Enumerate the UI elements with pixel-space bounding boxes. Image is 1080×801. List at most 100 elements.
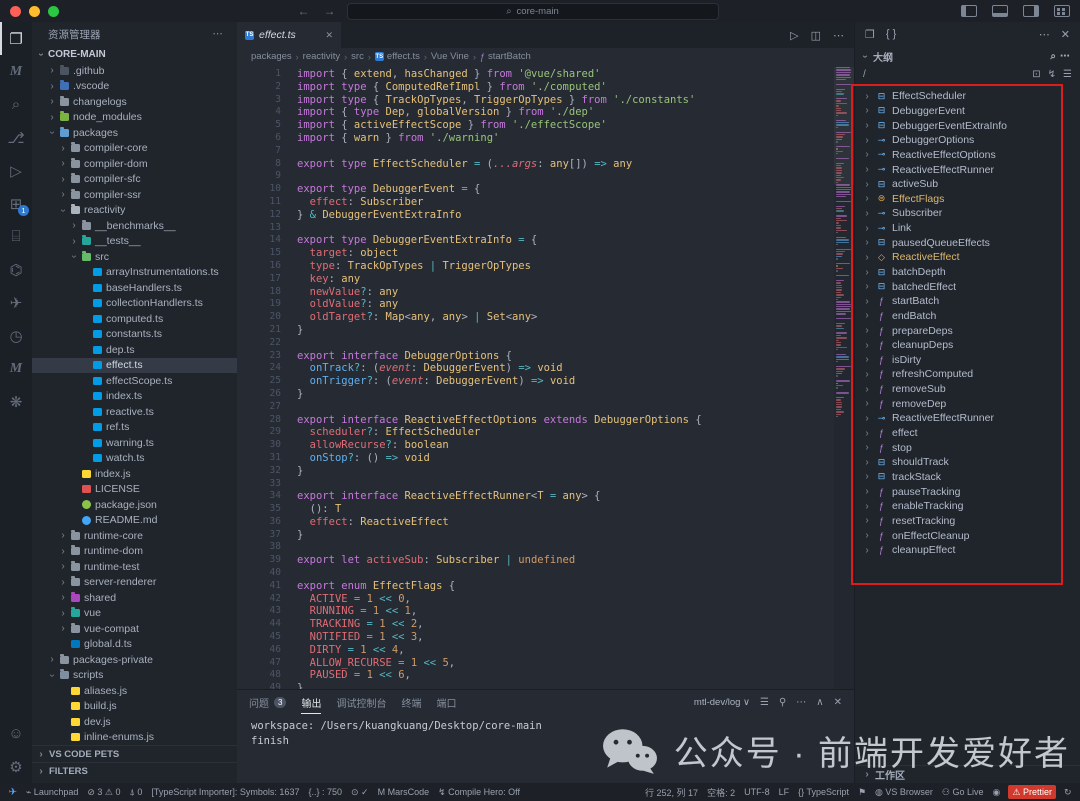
marscode-icon[interactable]: M [0, 55, 32, 88]
tree-item[interactable]: reactive.ts [32, 404, 237, 420]
status-remote-indicator[interactable]: ✈ [4, 787, 21, 798]
tab-effect-ts[interactable]: TS effect.ts ✕ [237, 22, 341, 48]
status-go-live[interactable]: ⚇ Go Live [937, 787, 988, 798]
panel-tab-终端[interactable]: 终端 [401, 690, 421, 714]
code-line[interactable]: 23export interface DebuggerOptions { [237, 350, 854, 363]
openai-icon[interactable]: ❋ [0, 385, 32, 418]
outline-item[interactable]: ›⊸ReactiveEffectRunner [855, 411, 1080, 426]
code-line[interactable]: 25 onTrigger?: (event: DebuggerEvent) =>… [237, 375, 854, 388]
tree-item[interactable]: global.d.ts [32, 637, 237, 653]
code-line[interactable]: 7 [237, 145, 854, 158]
status-ports[interactable]: ⍋ 0 [125, 787, 147, 798]
status-language-mode[interactable]: {} TypeScript [794, 787, 854, 797]
codegeex-icon[interactable]: ✈ [0, 286, 32, 319]
customize-layout-icon[interactable] [1054, 5, 1070, 17]
status-encoding[interactable]: UTF-8 [740, 787, 775, 797]
tree-item[interactable]: ›compiler-core [32, 141, 237, 157]
command-center-search[interactable]: ⌕ core-main [347, 3, 719, 20]
history-back-icon[interactable]: ← [295, 4, 313, 18]
tree-item[interactable]: index.js [32, 466, 237, 482]
code-line[interactable]: 33 [237, 478, 854, 491]
tree-item[interactable]: dep.ts [32, 342, 237, 358]
outline-item[interactable]: ›ƒremoveDep [855, 396, 1080, 411]
tree-item[interactable]: ›.github [32, 63, 237, 79]
outline-item[interactable]: ›ƒstartBatch [855, 294, 1080, 309]
references-view-icon[interactable]: ❐ [865, 28, 875, 41]
minimize-window-button[interactable] [29, 6, 40, 17]
status-cursor-position[interactable]: 行 252, 列 17 [641, 786, 703, 799]
outline-item[interactable]: ›ƒeffect [855, 426, 1080, 441]
status-eol[interactable]: LF [774, 787, 794, 797]
run-file-icon[interactable]: ▷ [790, 29, 798, 42]
zoom-window-button[interactable] [48, 6, 59, 17]
outline-item[interactable]: ›ƒresetTracking [855, 514, 1080, 529]
tree-item[interactable]: ›__benchmarks__ [32, 218, 237, 234]
code-line[interactable]: 1import { extend, hasChanged } from '@vu… [237, 68, 854, 81]
search-icon[interactable]: ⌕ [0, 88, 32, 121]
code-line[interactable]: 42 ACTIVE = 1 << 0, [237, 593, 854, 606]
history-icon[interactable]: ◷ [0, 319, 32, 352]
explorer-icon[interactable]: ❐ [0, 22, 32, 55]
code-line[interactable]: 48 PAUSED = 1 << 6, [237, 669, 854, 682]
testing-icon[interactable]: ⌬ [0, 253, 32, 286]
outline-item[interactable]: ›ƒpauseTracking [855, 484, 1080, 499]
tree-item[interactable]: README.md [32, 513, 237, 529]
status-symbols-count[interactable]: {..} : 750 [304, 787, 347, 797]
code-line[interactable]: 35 (): T [237, 503, 854, 516]
code-line[interactable]: 37} [237, 529, 854, 542]
outline-item[interactable]: ›⊸ReactiveEffectRunner [855, 162, 1080, 177]
close-panel-icon[interactable]: ✕ [834, 697, 842, 708]
code-line[interactable]: 36 effect: ReactiveEffect [237, 516, 854, 529]
status-sync[interactable]: ↻ [1059, 787, 1076, 798]
code-line[interactable]: 13 [237, 222, 854, 235]
outline-item[interactable]: ›ƒcleanupDeps [855, 338, 1080, 353]
code-line[interactable]: 5import { activeEffectScope } from './ef… [237, 119, 854, 132]
breadcrumb-item[interactable]: TSeffect.ts [375, 51, 420, 62]
code-line[interactable]: 15 target: object [237, 247, 854, 260]
tree-item[interactable]: ›vue-compat [32, 621, 237, 637]
editor-more-actions-icon[interactable]: ⋯ [833, 29, 844, 42]
tree-item[interactable]: inline-enums.js [32, 730, 237, 746]
explorer-root-folder[interactable]: › CORE-MAIN [32, 46, 237, 63]
tree-item[interactable]: aliases.js [32, 683, 237, 699]
tree-item[interactable]: ›.vscode [32, 79, 237, 95]
code-line[interactable]: 44 TRACKING = 1 << 2, [237, 618, 854, 631]
tree-item[interactable]: ›packages [32, 125, 237, 141]
code-line[interactable]: 46 DIRTY = 1 << 4, [237, 644, 854, 657]
panel-tab-调试控制台[interactable]: 调试控制台 [336, 690, 386, 714]
minimap[interactable] [834, 67, 854, 689]
tree-item[interactable]: ›scripts [32, 668, 237, 684]
code-line[interactable]: 9 [237, 170, 854, 183]
breadcrumb-item[interactable]: ƒstartBatch [480, 51, 531, 62]
code-line[interactable]: 18 newValue?: any [237, 286, 854, 299]
tree-item[interactable]: ›runtime-dom [32, 544, 237, 560]
close-secondary-sidebar-icon[interactable]: ✕ [1061, 28, 1070, 41]
outline-item[interactable]: ›⊟shouldTrack [855, 455, 1080, 470]
panel-more-actions-icon[interactable]: ⋯ [796, 697, 806, 708]
close-window-button[interactable] [10, 6, 21, 17]
code-line[interactable]: 6import { warn } from './warning' [237, 132, 854, 145]
code-line[interactable]: 38 [237, 541, 854, 554]
outline-item[interactable]: ›⊟activeSub [855, 177, 1080, 192]
outline-item[interactable]: ›⊸DebuggerOptions [855, 133, 1080, 148]
tree-item[interactable]: watch.ts [32, 451, 237, 467]
tree-item[interactable]: collectionHandlers.ts [32, 296, 237, 312]
code-line[interactable]: 3import type { TrackOpTypes, TriggerOpTy… [237, 94, 854, 107]
outline-item[interactable]: ›⊟pausedQueueEffects [855, 235, 1080, 250]
tree-item[interactable]: ›compiler-ssr [32, 187, 237, 203]
outline-item[interactable]: ›⊜EffectFlags [855, 191, 1080, 206]
tree-item[interactable]: ›__tests__ [32, 234, 237, 250]
tree-item[interactable]: build.js [32, 699, 237, 715]
settings-icon[interactable]: ⚙ [0, 750, 32, 783]
breadcrumb-item[interactable]: reactivity [303, 51, 340, 62]
outline-item[interactable]: ›⊸Subscriber [855, 206, 1080, 221]
remote-explorer-icon[interactable]: ⌸ [0, 220, 32, 253]
code-line[interactable]: 14export type DebuggerEventExtraInfo = { [237, 234, 854, 247]
tree-item[interactable]: package.json [32, 497, 237, 513]
tree-item[interactable]: ›src [32, 249, 237, 265]
outline-item[interactable]: ›ƒremoveSub [855, 382, 1080, 397]
code-line[interactable]: 12} & DebuggerEventExtraInfo [237, 209, 854, 222]
outline-search-icon[interactable]: ⌕ [1050, 51, 1056, 62]
output-channel-select[interactable]: mtl-dev/log ∨ [694, 697, 750, 708]
status-compile-hero[interactable]: ↯ Compile Hero: Off [434, 787, 525, 798]
